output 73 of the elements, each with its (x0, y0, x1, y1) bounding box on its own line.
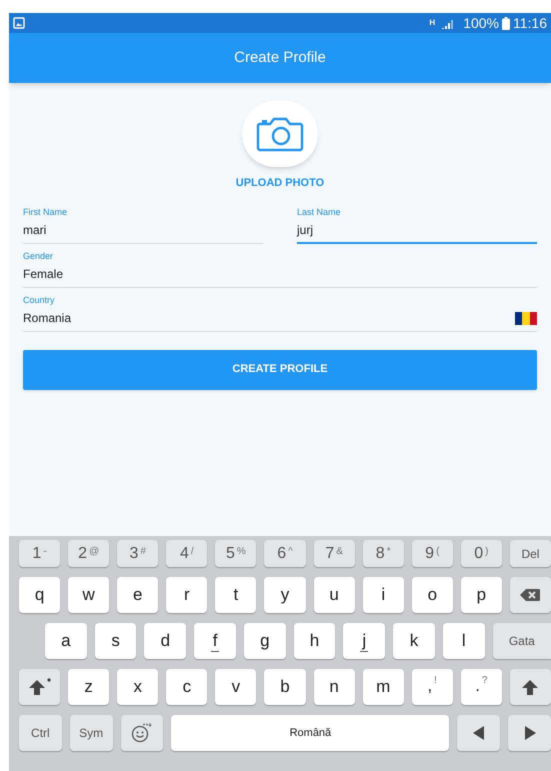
network-type: H (429, 19, 436, 27)
key[interactable]: Del (510, 540, 551, 567)
key[interactable]: q (19, 577, 60, 613)
shift-key[interactable] (510, 669, 551, 705)
camera-icon (256, 116, 304, 152)
space-key[interactable]: Română (171, 715, 450, 751)
key[interactable]: b (264, 669, 306, 705)
key[interactable]: 3# (117, 540, 158, 567)
key[interactable]: v (215, 669, 256, 705)
key[interactable]: z (68, 669, 110, 705)
done-key[interactable]: Gata (492, 623, 551, 659)
left-arrow-icon (472, 726, 485, 740)
flag-icon (515, 312, 537, 324)
key[interactable]: p (460, 577, 502, 613)
battery-level: 100% (463, 16, 499, 30)
key[interactable]: Ctrl (19, 715, 62, 751)
key[interactable]: s (94, 623, 136, 659)
signal-icon (441, 18, 456, 28)
key[interactable]: 1- (19, 540, 60, 567)
battery-icon (502, 16, 510, 30)
key[interactable]: ,! (412, 669, 453, 705)
key[interactable]: .? (460, 669, 502, 705)
key[interactable]: r (166, 577, 208, 613)
key[interactable]: g (244, 623, 286, 659)
backspace-key[interactable] (510, 577, 551, 613)
key[interactable]: 7& (314, 540, 355, 567)
right-arrow-key[interactable] (508, 715, 551, 751)
input-field[interactable]: jurj (297, 218, 537, 244)
input-field[interactable]: mari (23, 218, 263, 244)
backspace-icon (520, 589, 540, 601)
key[interactable]: x (117, 669, 158, 705)
shift-key[interactable] (19, 669, 60, 705)
smiley-icon (130, 723, 153, 743)
key[interactable]: Sym (70, 715, 113, 751)
clock: 11:16 (513, 16, 547, 30)
key[interactable]: j (343, 623, 386, 659)
field-label: First Name (23, 206, 68, 218)
key[interactable]: 5% (215, 540, 256, 567)
key[interactable]: f (194, 623, 236, 659)
input-field[interactable]: Romania (23, 306, 537, 332)
key[interactable]: a (45, 623, 87, 659)
key[interactable]: m (362, 669, 404, 705)
key[interactable]: 9( (412, 540, 453, 567)
key[interactable]: l (442, 623, 485, 659)
key[interactable]: t (215, 577, 256, 613)
key[interactable]: 8* (362, 540, 404, 567)
key[interactable]: o (412, 577, 453, 613)
key[interactable]: u (314, 577, 355, 613)
key[interactable]: 6^ (264, 540, 306, 567)
key[interactable]: w (68, 577, 110, 613)
image-icon (13, 17, 25, 29)
left-arrow-key[interactable] (457, 715, 500, 751)
smiley-key[interactable] (120, 715, 164, 751)
key[interactable]: e (117, 577, 158, 613)
key[interactable]: k (393, 623, 435, 659)
key[interactable]: 2@ (68, 540, 110, 567)
shift-icon (28, 678, 51, 696)
key[interactable]: y (264, 577, 306, 613)
key[interactable]: 0) (460, 540, 502, 567)
field-label: Last Name (297, 206, 342, 218)
shift-icon (522, 679, 538, 695)
field-label: Gender (23, 250, 54, 262)
key[interactable]: n (314, 669, 355, 705)
field-label: Country (23, 294, 56, 306)
key[interactable]: d (144, 623, 186, 659)
key[interactable]: h (294, 623, 336, 659)
key[interactable]: c (166, 669, 208, 705)
key[interactable]: i (362, 577, 404, 613)
key[interactable]: 4/ (166, 540, 208, 567)
input-field[interactable]: Female (23, 262, 537, 288)
right-arrow-icon (524, 726, 536, 740)
app-title: Create Profile (234, 48, 326, 68)
upload-photo-button[interactable] (242, 101, 318, 167)
